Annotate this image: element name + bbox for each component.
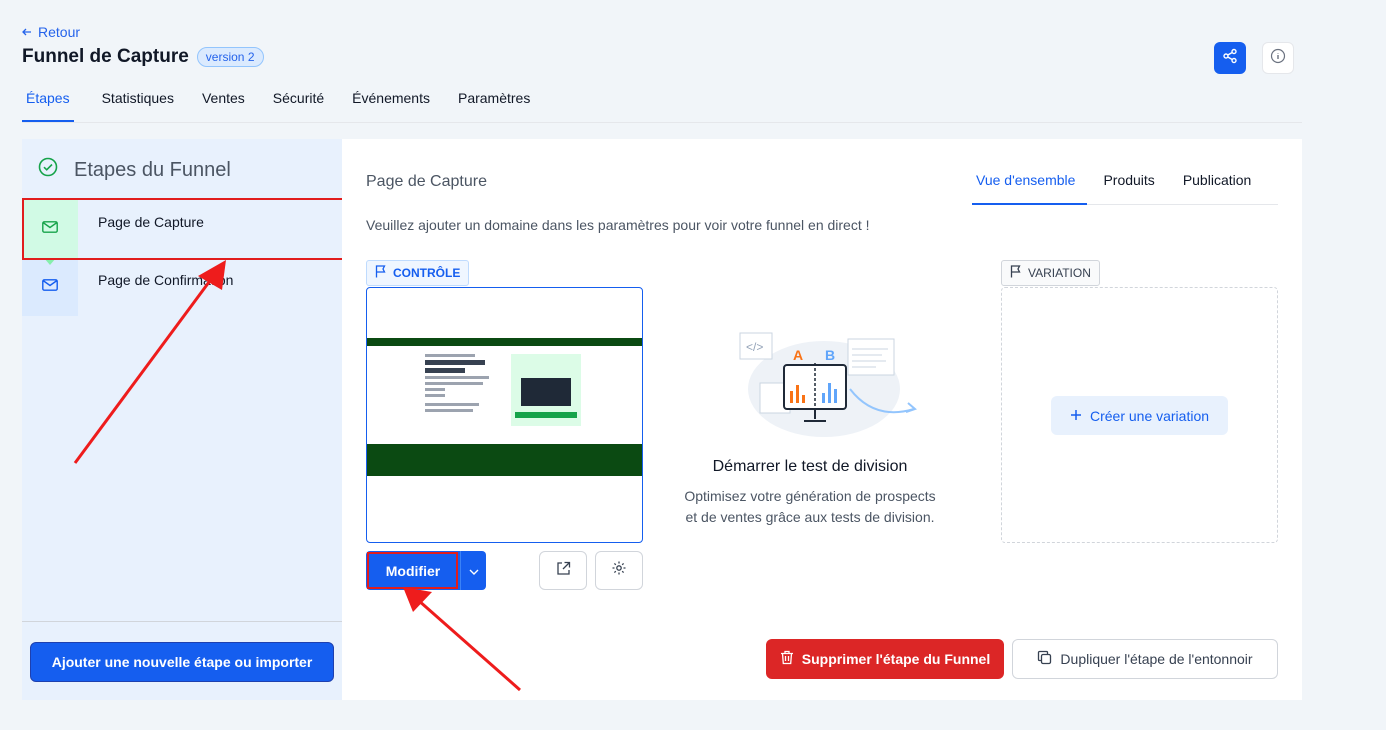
open-external-button[interactable]	[539, 551, 587, 590]
flag-icon	[375, 265, 387, 281]
plus-icon	[1070, 408, 1082, 424]
preview-optin-card	[511, 354, 581, 426]
share-button[interactable]	[1214, 42, 1246, 74]
preview-cta	[515, 412, 577, 418]
step-page-de-capture[interactable]: Page de Capture	[22, 200, 342, 258]
split-test-title: Démarrer le test de division	[712, 458, 908, 475]
divider	[22, 621, 342, 622]
tab-vue-ensemble[interactable]: Vue d'ensemble	[972, 159, 1088, 205]
step-connector	[44, 258, 56, 265]
variation-badge-label: VARIATION	[1028, 266, 1091, 280]
step-detail-panel: Page de Capture Vue d'ensemble Produits …	[342, 139, 1302, 700]
preview-text-block	[425, 354, 495, 415]
page-title: Funnel de Capture	[22, 46, 189, 67]
split-test-description: Optimisez votre génération de prospects …	[672, 486, 948, 528]
modify-button[interactable]: Modifier	[366, 551, 460, 590]
sidebar-heading: Etapes du Funnel	[38, 157, 231, 183]
step-label: Page de Confirmation	[98, 272, 234, 288]
step-title: Page de Capture	[366, 173, 487, 190]
funnel-steps-sidebar: Etapes du Funnel Page de Capture Page de…	[22, 139, 344, 700]
split-test-desc-line: et de ventes grâce aux tests de division…	[685, 509, 935, 525]
variation-placeholder: Créer une variation	[1001, 287, 1278, 543]
chevron-down-icon	[469, 562, 479, 580]
back-label: Retour	[38, 24, 81, 40]
arrow-left-icon	[22, 24, 32, 40]
control-badge: CONTRÔLE	[366, 260, 470, 286]
preview-line	[425, 376, 489, 379]
preview-image	[521, 378, 571, 406]
tab-publication[interactable]: Publication	[1179, 159, 1264, 205]
copy-icon	[1037, 650, 1052, 668]
mail-icon	[42, 220, 58, 238]
control-badge-label: CONTRÔLE	[393, 266, 461, 280]
preview-line	[425, 409, 473, 412]
variation-badge: VARIATION	[1001, 260, 1100, 286]
preview-footer-bar	[367, 444, 642, 476]
tab-parametres[interactable]: Paramètres	[444, 82, 544, 122]
ab-label-b: B	[825, 347, 835, 363]
tab-produits[interactable]: Produits	[1099, 159, 1166, 205]
duplicate-step-label: Dupliquer l'étape de l'entonnoir	[1060, 651, 1253, 667]
tab-evenements[interactable]: Événements	[338, 82, 444, 122]
info-icon	[1270, 48, 1286, 69]
modify-dropdown-button[interactable]	[460, 551, 486, 590]
gear-icon	[611, 560, 627, 581]
preview-line	[425, 360, 485, 365]
preview-line	[425, 354, 475, 357]
tab-etapes[interactable]: Étapes	[22, 82, 74, 122]
tab-statistiques[interactable]: Statistiques	[88, 82, 188, 122]
check-circle-icon	[38, 157, 58, 183]
step-icon-box	[22, 258, 78, 316]
step-page-de-confirmation[interactable]: Page de Confirmation	[22, 258, 342, 316]
step-label: Page de Capture	[98, 214, 204, 230]
trash-icon	[780, 650, 794, 668]
version-badge: version 2	[196, 47, 264, 67]
delete-step-label: Supprimer l'étape du Funnel	[801, 651, 991, 667]
title-row: Funnel de Capture version 2	[22, 46, 264, 68]
split-test-desc-line: Optimisez votre génération de prospects	[684, 488, 936, 504]
preview-line	[425, 394, 445, 397]
page-preview-thumbnail[interactable]	[366, 287, 643, 543]
external-link-icon	[556, 561, 571, 581]
preview-line	[425, 368, 465, 373]
add-step-button[interactable]: Ajouter une nouvelle étape ou importer	[30, 642, 334, 682]
share-icon	[1222, 48, 1238, 69]
main-nav: Étapes Statistiques Ventes Sécurité Évén…	[22, 82, 1302, 123]
delete-step-button[interactable]: Supprimer l'étape du Funnel	[766, 639, 1004, 679]
preview-line	[425, 388, 445, 391]
tab-ventes[interactable]: Ventes	[188, 82, 259, 122]
svg-text:</>: </>	[746, 340, 763, 354]
tab-securite[interactable]: Sécurité	[259, 82, 338, 122]
create-variation-label: Créer une variation	[1089, 407, 1210, 424]
mail-icon	[42, 278, 58, 296]
ab-test-illustration: </> A B	[738, 327, 928, 437]
domain-notice: Veuillez ajouter un domaine dans les par…	[366, 217, 870, 233]
step-settings-button[interactable]	[595, 551, 643, 590]
ab-label-a: A	[793, 347, 803, 363]
create-variation-button[interactable]: Créer une variation	[1051, 396, 1228, 435]
step-tabs: Vue d'ensemble Produits Publication	[972, 159, 1278, 205]
info-button[interactable]	[1262, 42, 1294, 74]
preview-line	[425, 403, 479, 406]
preview-header-bar	[367, 338, 642, 346]
duplicate-step-button[interactable]: Dupliquer l'étape de l'entonnoir	[1012, 639, 1278, 679]
step-icon-box	[22, 200, 78, 258]
back-link[interactable]: Retour	[22, 24, 80, 40]
sidebar-heading-label: Etapes du Funnel	[74, 158, 231, 181]
preview-line	[425, 382, 483, 385]
flag-icon	[1010, 265, 1022, 281]
